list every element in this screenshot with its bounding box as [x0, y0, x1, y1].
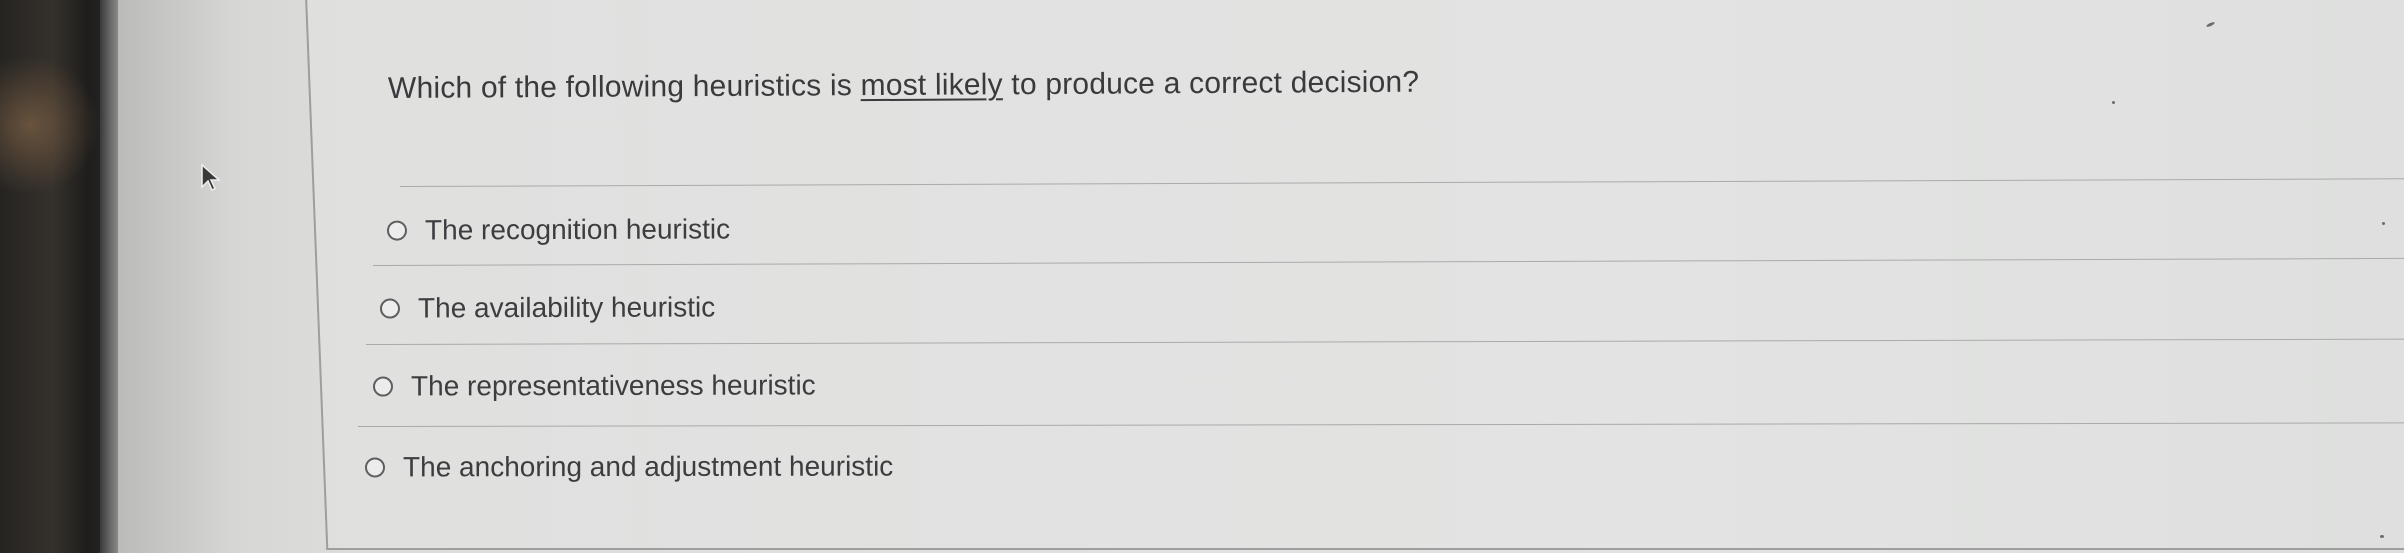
- question-text: Which of the following heuristics is mos…: [388, 66, 1419, 106]
- mouse-pointer-icon: [201, 163, 221, 192]
- bezel-edge: [100, 0, 118, 553]
- option-label: The availability heuristic: [417, 291, 716, 324]
- radio-button-icon[interactable]: [386, 220, 408, 241]
- screen-photo: Which of the following heuristics is mos…: [0, 0, 2404, 553]
- option-availability[interactable]: The availability heuristic: [379, 291, 716, 324]
- dust-speck: [2382, 222, 2385, 225]
- dust-speck: [2380, 535, 2384, 538]
- option-label: The recognition heuristic: [424, 213, 731, 246]
- dust-speck: [2112, 101, 2115, 104]
- option-label: The anchoring and adjustment heuristic: [402, 450, 894, 483]
- question-prefix: Which of the following heuristics is: [387, 69, 861, 105]
- question-emphasis: most likely: [860, 68, 1003, 103]
- option-recognition[interactable]: The recognition heuristic: [386, 213, 731, 246]
- radio-button-icon[interactable]: [372, 376, 394, 397]
- question-suffix: to produce a correct decision?: [1002, 65, 1420, 102]
- option-anchoring-adjustment[interactable]: The anchoring and adjustment heuristic: [364, 450, 894, 484]
- option-representativeness[interactable]: The representativeness heuristic: [372, 369, 816, 402]
- radio-button-icon[interactable]: [364, 457, 386, 478]
- bezel-reflection: [0, 55, 100, 195]
- option-label: The representativeness heuristic: [410, 369, 816, 402]
- radio-button-icon[interactable]: [379, 298, 401, 319]
- screen-shade: [118, 0, 308, 553]
